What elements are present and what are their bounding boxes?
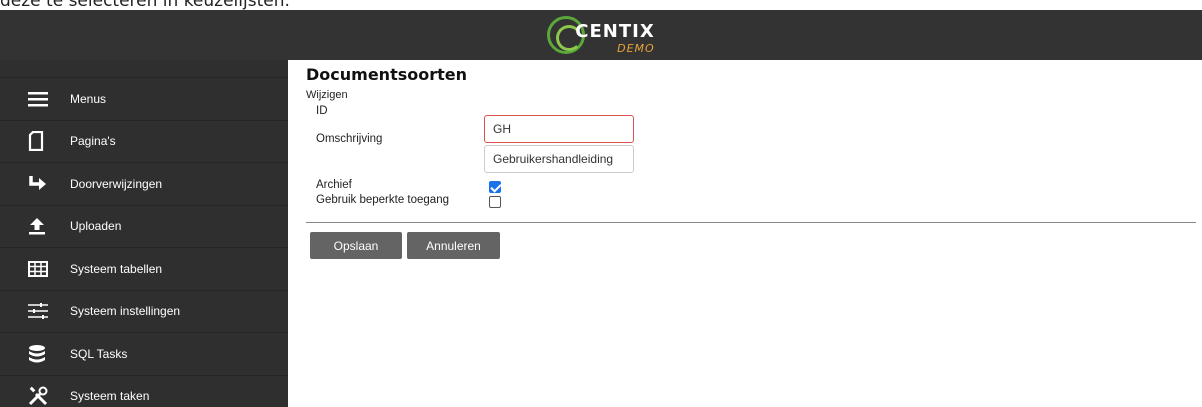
archive-checkbox[interactable] xyxy=(489,181,501,193)
sidebar-item-label: Systeem tabellen xyxy=(70,261,163,276)
sidebar-item-label: SQL Tasks xyxy=(70,346,128,361)
page-caption: deze te selecteren in keuzelijsten. xyxy=(0,0,290,11)
page-title: Documentsoorten xyxy=(306,65,467,84)
sidebar: Menus Pagina's Doorverwijzingen Uploaden… xyxy=(0,60,288,407)
redirect-icon xyxy=(0,163,70,205)
restricted-access-checkbox[interactable] xyxy=(489,196,501,208)
logo[interactable]: CENTIX DEMO xyxy=(547,13,654,57)
sidebar-top-strip xyxy=(0,60,288,78)
sidebar-item-systeem-tabellen[interactable]: Systeem tabellen xyxy=(0,248,288,291)
divider xyxy=(306,222,1196,223)
form: ID GH Omschrijving Gebruikershandleiding… xyxy=(306,103,1196,303)
cancel-button[interactable]: Annuleren xyxy=(407,232,500,259)
id-field[interactable]: GH xyxy=(484,115,634,143)
tools-icon xyxy=(0,376,70,407)
description-field[interactable]: Gebruikershandleiding xyxy=(484,145,634,173)
sidebar-item-systeem-taken[interactable]: Systeem taken xyxy=(0,376,288,407)
id-field-value: GH xyxy=(493,122,511,136)
sidebar-item-label: Pagina's xyxy=(70,134,116,149)
sidebar-item-label: Uploaden xyxy=(70,219,122,234)
upload-icon xyxy=(0,206,70,248)
restricted-access-label: Gebruik beperkte toegang xyxy=(316,194,449,206)
section-label: Wijzigen xyxy=(306,89,348,101)
sidebar-item-menus[interactable]: Menus xyxy=(0,78,288,121)
archive-label: Archief xyxy=(316,179,352,191)
main-content: Documentsoorten Wijzigen ID GH Omschrijv… xyxy=(306,60,1196,303)
header-bar: CENTIX DEMO xyxy=(0,10,1202,60)
sidebar-item-label: Menus xyxy=(70,91,107,106)
sidebar-item-uploaden[interactable]: Uploaden xyxy=(0,206,288,248)
sidebar-item-doorverwijzingen[interactable]: Doorverwijzingen xyxy=(0,163,288,206)
sidebar-item-label: Systeem instellingen xyxy=(70,304,181,319)
sidebar-item-label: Doorverwijzingen xyxy=(70,176,163,191)
menu-icon xyxy=(0,78,70,120)
sidebar-item-sql-tasks[interactable]: SQL Tasks xyxy=(0,333,288,376)
page-icon xyxy=(0,121,70,163)
table-icon xyxy=(0,248,70,290)
logo-subtitle: DEMO xyxy=(617,42,655,55)
description-label: Omschrijving xyxy=(316,133,383,145)
id-label: ID xyxy=(316,105,328,117)
sliders-icon xyxy=(0,291,70,333)
database-icon xyxy=(0,333,70,375)
logo-text: CENTIX xyxy=(575,20,655,42)
sidebar-item-label: Systeem taken xyxy=(70,389,150,404)
description-field-value: Gebruikershandleiding xyxy=(493,152,614,166)
sidebar-item-paginas[interactable]: Pagina's xyxy=(0,121,288,163)
sidebar-item-systeem-instellingen[interactable]: Systeem instellingen xyxy=(0,291,288,333)
save-button[interactable]: Opslaan xyxy=(310,232,402,259)
